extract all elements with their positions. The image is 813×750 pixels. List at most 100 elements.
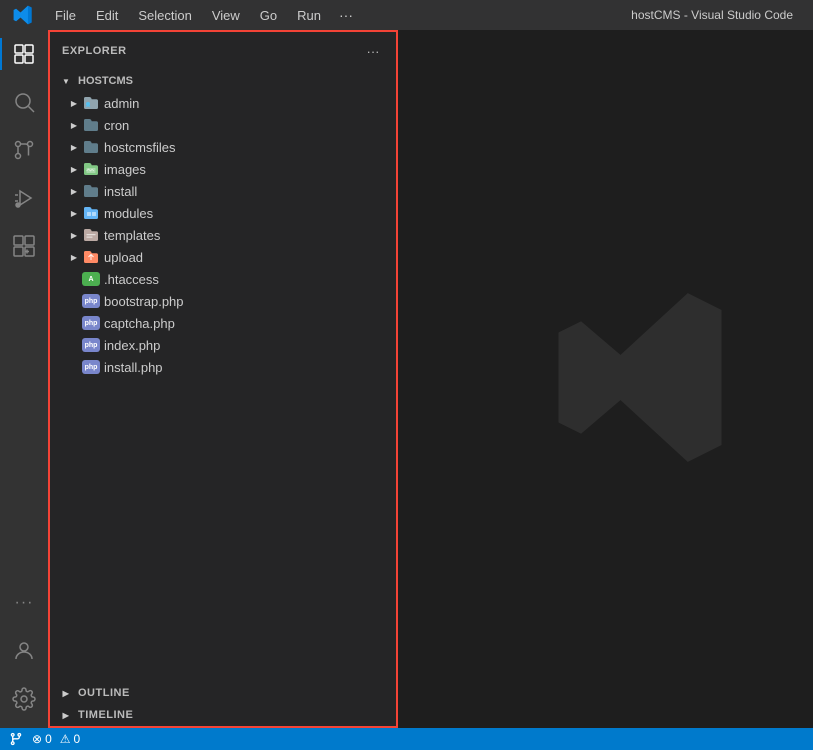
warning-count: 0 xyxy=(74,732,81,746)
activity-search[interactable] xyxy=(0,78,48,126)
tree-item-upload[interactable]: upload xyxy=(50,246,396,268)
folder-icon-images xyxy=(82,160,100,178)
statusbar-warnings[interactable]: ⚠ 0 xyxy=(60,732,80,746)
chevron-upload xyxy=(66,249,82,265)
menu-selection[interactable]: Selection xyxy=(128,0,201,30)
tree-item-templates[interactable]: templates xyxy=(50,224,396,246)
chevron-images xyxy=(66,161,82,177)
explorer-more-btn[interactable]: ··· xyxy=(362,40,384,62)
item-label-install-php: install.php xyxy=(104,360,163,375)
chevron-cron xyxy=(66,117,82,133)
item-label-admin: admin xyxy=(104,96,139,111)
folder-icon-admin xyxy=(82,94,100,112)
tree-item-install-php[interactable]: php install.php xyxy=(50,356,396,378)
chevron-modules xyxy=(66,205,82,221)
chevron-hostcmsfiles xyxy=(66,139,82,155)
menu-edit[interactable]: Edit xyxy=(86,0,128,30)
tree-item-install[interactable]: install xyxy=(50,180,396,202)
file-icon-htaccess: A xyxy=(82,270,100,288)
chevron-install-php xyxy=(66,359,82,375)
explorer-title: EXPLORER xyxy=(62,45,127,57)
tree-item-captcha[interactable]: php captcha.php xyxy=(50,312,396,334)
folder-icon-upload xyxy=(82,248,100,266)
file-icon-index: php xyxy=(82,336,100,354)
item-label-captcha: captcha.php xyxy=(104,316,175,331)
sidebar-bottom: OUTLINE TIMELINE xyxy=(50,682,396,726)
folder-icon-modules xyxy=(82,204,100,222)
tree-item-modules[interactable]: modules xyxy=(50,202,396,224)
menu-run[interactable]: Run xyxy=(287,0,331,30)
statusbar: ⊗ 0 ⚠ 0 xyxy=(0,728,813,750)
item-label-cron: cron xyxy=(104,118,129,133)
folder-icon-hostcmsfiles xyxy=(82,138,100,156)
activity-run-debug[interactable] xyxy=(0,174,48,222)
activity-account[interactable] xyxy=(0,627,48,675)
timeline-label: TIMELINE xyxy=(78,709,133,721)
activity-bar: ··· xyxy=(0,30,48,728)
tree-item-cron[interactable]: cron xyxy=(50,114,396,136)
item-label-modules: modules xyxy=(104,206,153,221)
editor-area xyxy=(398,30,813,728)
chevron-timeline xyxy=(58,707,74,723)
statusbar-left: ⊗ 0 ⚠ 0 xyxy=(8,731,80,747)
main-area: ··· EXPLORER ··· xyxy=(0,30,813,728)
activity-source-control[interactable] xyxy=(0,126,48,174)
statusbar-errors[interactable]: ⊗ 0 xyxy=(32,732,52,746)
explorer-header: EXPLORER ··· xyxy=(50,32,396,70)
tree-item-images[interactable]: images xyxy=(50,158,396,180)
chevron-captcha xyxy=(66,315,82,331)
menu-more[interactable]: ··· xyxy=(331,0,361,30)
timeline-section[interactable]: TIMELINE xyxy=(50,704,396,726)
outline-label: OUTLINE xyxy=(78,687,130,699)
item-label-index: index.php xyxy=(104,338,160,353)
tree-root-hostcms[interactable]: HOSTCMS xyxy=(50,70,396,92)
error-icon: ⊗ xyxy=(32,732,42,746)
file-icon-install-php: php xyxy=(82,358,100,376)
titlebar: File Edit Selection View Go Run ··· host… xyxy=(0,0,813,30)
chevron-index xyxy=(66,337,82,353)
chevron-htaccess xyxy=(66,271,82,287)
chevron-admin xyxy=(66,95,82,111)
item-label-bootstrap: bootstrap.php xyxy=(104,294,184,309)
tree-item-bootstrap[interactable]: php bootstrap.php xyxy=(50,290,396,312)
vscode-logo xyxy=(0,5,45,25)
item-label-htaccess: .htaccess xyxy=(104,272,159,287)
root-label: HOSTCMS xyxy=(78,75,133,87)
folder-icon-templates xyxy=(82,226,100,244)
menu-view[interactable]: View xyxy=(202,0,250,30)
vscode-watermark xyxy=(553,288,733,471)
tree-item-index[interactable]: php index.php xyxy=(50,334,396,356)
explorer-actions: ··· xyxy=(362,40,384,62)
warning-icon: ⚠ xyxy=(60,732,71,746)
menu-go[interactable]: Go xyxy=(250,0,287,30)
tree-item-htaccess[interactable]: A .htaccess xyxy=(50,268,396,290)
activity-more[interactable]: ··· xyxy=(0,579,48,627)
chevron-outline xyxy=(58,685,74,701)
item-label-images: images xyxy=(104,162,146,177)
activity-settings[interactable] xyxy=(0,675,48,723)
chevron-hostcms xyxy=(58,73,74,89)
item-label-templates: templates xyxy=(104,228,160,243)
file-icon-captcha: php xyxy=(82,314,100,332)
activity-explorer[interactable] xyxy=(0,30,48,78)
item-label-hostcmsfiles: hostcmsfiles xyxy=(104,140,176,155)
menu-file[interactable]: File xyxy=(45,0,86,30)
menu-bar: File Edit Selection View Go Run ··· xyxy=(45,0,361,30)
folder-icon-cron xyxy=(82,116,100,134)
chevron-templates xyxy=(66,227,82,243)
chevron-install xyxy=(66,183,82,199)
file-tree: HOSTCMS admin xyxy=(50,70,396,682)
item-label-install: install xyxy=(104,184,137,199)
git-branch-icon xyxy=(8,731,24,747)
file-icon-bootstrap: php xyxy=(82,292,100,310)
folder-icon-install xyxy=(82,182,100,200)
item-label-upload: upload xyxy=(104,250,143,265)
activity-extensions[interactable] xyxy=(0,222,48,270)
chevron-bootstrap xyxy=(66,293,82,309)
sidebar: EXPLORER ··· HOSTCMS xyxy=(48,30,398,728)
error-count: 0 xyxy=(45,732,52,746)
outline-section[interactable]: OUTLINE xyxy=(50,682,396,704)
tree-item-hostcmsfiles[interactable]: hostcmsfiles xyxy=(50,136,396,158)
window-title: hostCMS - Visual Studio Code xyxy=(631,8,793,22)
tree-item-admin[interactable]: admin xyxy=(50,92,396,114)
